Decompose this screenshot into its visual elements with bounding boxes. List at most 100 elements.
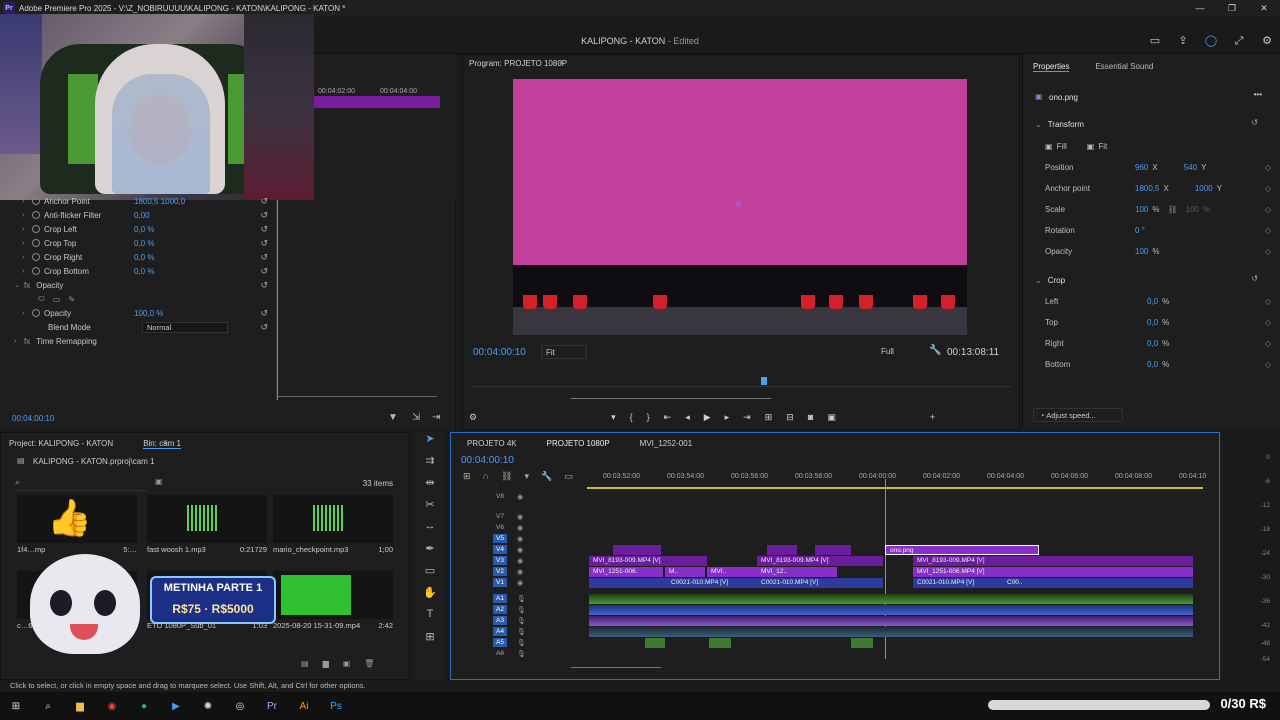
track-label[interactable]: A1 bbox=[493, 594, 507, 603]
track-v2[interactable]: V2 ◉ bbox=[451, 566, 585, 577]
reset-icon[interactable]: ↺ bbox=[260, 280, 268, 291]
scale-value[interactable]: 100 bbox=[1135, 205, 1148, 214]
ec-value[interactable]: 0,0 % bbox=[134, 225, 244, 234]
program-playhead[interactable] bbox=[761, 377, 767, 385]
track-v8[interactable]: V8 ◉ bbox=[451, 491, 585, 502]
windows-start-icon[interactable]: ⊞ bbox=[0, 701, 32, 712]
marker-icon[interactable]: ▾ bbox=[611, 412, 616, 423]
premiere-taskbar-icon[interactable]: Pr bbox=[256, 701, 288, 712]
asset-item[interactable]: 2025-08-20 15-31-09.mp4 2:42 bbox=[273, 571, 393, 630]
ec-playhead[interactable] bbox=[277, 200, 278, 400]
settings-wrench-icon[interactable]: 🔧 bbox=[541, 471, 552, 482]
mic-icon[interactable]: 🎙 bbox=[517, 650, 526, 658]
ec-row-crop-top[interactable]: › Crop Top 0,0 % ↺ bbox=[0, 236, 276, 250]
eye-icon[interactable]: ◉ bbox=[517, 546, 523, 554]
reset-icon[interactable]: ↺ bbox=[260, 210, 268, 221]
minimize-button[interactable]: — bbox=[1184, 0, 1216, 16]
chevron-right-icon[interactable]: › bbox=[22, 254, 32, 261]
keyframe-icon[interactable]: ◇ bbox=[1265, 184, 1271, 193]
track-label[interactable]: A5 bbox=[493, 638, 507, 647]
step-back-icon[interactable]: ◂ bbox=[685, 412, 690, 423]
new-bin-icon[interactable]: ▣ bbox=[155, 477, 163, 486]
rotation-value[interactable]: 0 ° bbox=[1135, 226, 1145, 235]
track-a1[interactable]: A1 🎙 bbox=[451, 593, 585, 604]
clip-a3[interactable] bbox=[589, 616, 1193, 626]
overwrite-icon[interactable]: ⊟ bbox=[786, 412, 794, 423]
clip-a5[interactable] bbox=[709, 638, 731, 648]
new-item-icon[interactable]: ▣ bbox=[343, 659, 351, 668]
position-y[interactable]: 540 bbox=[1184, 163, 1197, 172]
effect-controls-timeline[interactable] bbox=[276, 200, 456, 400]
export-frame-icon[interactable]: ⇥ bbox=[432, 412, 440, 423]
section-crop[interactable]: ⌄ Crop bbox=[1035, 276, 1065, 285]
reset-icon[interactable]: ↺ bbox=[260, 322, 268, 333]
track-label[interactable]: V4 bbox=[493, 545, 507, 554]
pen-mask-icon[interactable]: ✎ bbox=[68, 295, 75, 304]
program-zoom-bar[interactable] bbox=[471, 395, 1011, 403]
settings-icon[interactable]: ⚙ bbox=[1260, 34, 1274, 48]
clip-v2[interactable]: MVI.. bbox=[707, 567, 757, 577]
ec-section-time-remap[interactable]: › fx Time Remapping bbox=[0, 334, 276, 348]
ripple-edit-icon[interactable]: ⇹ bbox=[416, 476, 444, 498]
position-x[interactable]: 960 bbox=[1135, 163, 1148, 172]
eye-icon[interactable]: ◉ bbox=[517, 557, 523, 565]
blend-mode-select[interactable]: Normal bbox=[142, 321, 228, 333]
opacity-value[interactable]: 100 bbox=[1135, 247, 1148, 256]
reset-icon[interactable]: ↺ bbox=[260, 238, 268, 249]
search-input[interactable]: ⌕ bbox=[15, 477, 145, 491]
keyframe-icon[interactable]: ◇ bbox=[1265, 297, 1271, 306]
reset-icon[interactable]: ↺ bbox=[260, 224, 268, 235]
ellipse-mask-icon[interactable]: ⬭ bbox=[38, 294, 45, 304]
reset-icon[interactable]: ↺ bbox=[260, 252, 268, 263]
track-v4[interactable]: V4 ◉ bbox=[451, 544, 585, 555]
track-v6[interactable]: V6 ◉ bbox=[451, 522, 585, 533]
track-v5[interactable]: V5 ◉ bbox=[451, 533, 585, 544]
anchor-x[interactable]: 1800,5 bbox=[1135, 184, 1159, 193]
crop-value[interactable]: 0,0 bbox=[1147, 339, 1158, 348]
new-folder-icon[interactable]: ▆ bbox=[323, 659, 329, 668]
keyframe-icon[interactable]: ◇ bbox=[1265, 226, 1271, 235]
program-ruler[interactable] bbox=[471, 375, 1011, 387]
rectangle-icon[interactable]: ▭ bbox=[416, 564, 444, 586]
stopwatch-icon[interactable] bbox=[32, 225, 40, 233]
timeline-timecode[interactable]: 00:04:00:10 bbox=[461, 455, 514, 466]
razor-icon[interactable]: ✂ bbox=[416, 498, 444, 520]
nest-icon[interactable]: ⊞ bbox=[463, 471, 471, 482]
app-icon[interactable]: ▶ bbox=[160, 701, 192, 712]
program-timecode[interactable]: 00:04:00:10 bbox=[473, 347, 526, 358]
mic-icon[interactable]: 🎙 bbox=[517, 606, 526, 614]
stopwatch-icon[interactable] bbox=[32, 253, 40, 261]
camera-icon[interactable]: ◙ bbox=[808, 412, 813, 422]
clip-a2[interactable] bbox=[589, 605, 1193, 615]
link-icon[interactable]: ⛓ bbox=[1167, 205, 1177, 214]
reset-icon[interactable]: ↺ bbox=[1251, 274, 1258, 283]
ec-row-crop-bottom[interactable]: › Crop Bottom 0,0 % ↺ bbox=[0, 264, 276, 278]
eye-icon[interactable]: ◉ bbox=[517, 493, 523, 501]
clip-a5[interactable] bbox=[851, 638, 873, 648]
mark-in-icon[interactable]: { bbox=[630, 412, 633, 422]
workspace-icon[interactable]: ▭ bbox=[1148, 34, 1162, 48]
fit-icon[interactable]: ▣ bbox=[1087, 142, 1095, 151]
rect-mask-icon[interactable]: ▭ bbox=[53, 295, 61, 304]
eye-icon[interactable]: ◉ bbox=[517, 568, 523, 576]
chevron-right-icon[interactable]: › bbox=[22, 212, 32, 219]
eye-icon[interactable]: ◉ bbox=[517, 513, 523, 521]
mic-icon[interactable]: 🎙 bbox=[517, 595, 526, 603]
reset-icon[interactable]: ↺ bbox=[260, 196, 268, 207]
clip-a1[interactable] bbox=[589, 594, 1193, 604]
clip-ono[interactable]: ono.png bbox=[885, 545, 1039, 555]
snap-icon[interactable]: ∩ bbox=[483, 471, 489, 482]
add-marker-icon[interactable]: ▾ bbox=[524, 471, 529, 482]
clip-v1[interactable]: C0021-010.MP4 [V] bbox=[913, 578, 1003, 588]
clip-v1[interactable]: C00.. bbox=[1003, 578, 1193, 588]
mark-out-icon[interactable]: } bbox=[647, 412, 650, 422]
track-label[interactable]: A6 bbox=[493, 649, 507, 658]
track-a5[interactable]: A5 🎙 bbox=[451, 637, 585, 648]
timeline-ruler[interactable]: 00:03:52:00 00:03:54:00 00:03:56:00 00:0… bbox=[587, 471, 1206, 487]
chevron-right-icon[interactable]: › bbox=[22, 198, 32, 205]
chevron-right-icon[interactable]: › bbox=[22, 226, 32, 233]
chevron-right-icon[interactable]: › bbox=[22, 310, 32, 317]
crop-value[interactable]: 0,0 bbox=[1147, 318, 1158, 327]
comparison-icon[interactable]: ▣ bbox=[827, 412, 836, 423]
clip-v4[interactable] bbox=[613, 545, 661, 555]
